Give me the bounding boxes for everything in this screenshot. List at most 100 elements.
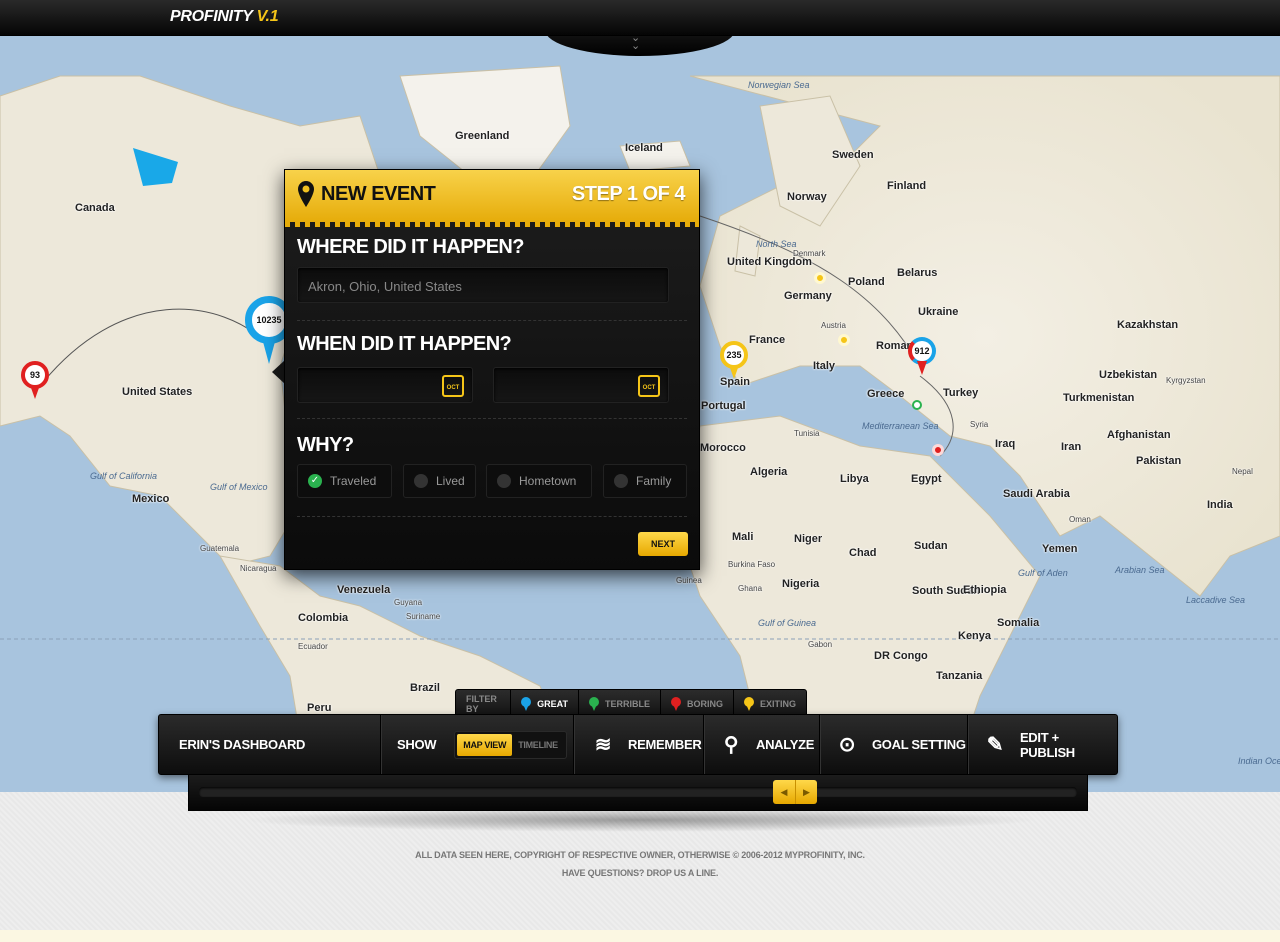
nav-label: REMEMBER [628,737,702,752]
calendar-icon[interactable]: OCT [638,375,660,397]
calendar-icon[interactable]: OCT [442,375,464,397]
map-label-country: Canada [75,202,115,214]
map-label-country: Finland [887,180,927,192]
map-pin-small[interactable] [838,334,850,350]
next-button[interactable]: NEXT [638,532,688,556]
app-name: PROFINITY [170,8,253,25]
why-option-family[interactable]: Family [603,464,687,498]
map-label-country: Iceland [625,142,663,154]
nav-goal-setting[interactable]: ⊙ GOAL SETTING [820,715,968,774]
nav-label: EDIT + PUBLISH [1019,729,1075,760]
map-label-country: Niger [794,533,823,545]
map-label-sea: Indian Ocean [1238,756,1280,766]
nav-analyze[interactable]: ⚲ ANALYZE [704,715,820,774]
dashboard-title-text: ERIN'S DASHBOARD [179,737,306,752]
chevron-down-icon: ⌄ ⌄ [631,32,641,52]
map-label-country: Saudi Arabia [1003,488,1070,500]
nav-label: ANALYZE [756,737,815,752]
map-label-country: Ecuador [298,642,328,651]
map-label-country: Ukraine [918,306,959,318]
map-label-country: Yemen [1042,543,1078,555]
map-label-country: Venezuela [337,584,391,596]
filter-item-label: EXITING [759,699,796,709]
location-input[interactable]: Akron, Ohio, United States [297,267,669,303]
map-label-sea: Norwegian Sea [748,80,810,90]
map-pin-small[interactable] [932,444,944,456]
timeline-track[interactable] [199,787,1077,797]
arrow-left-icon[interactable]: ◀ [773,780,795,804]
start-date-input[interactable]: OCT [297,367,473,403]
map-pin-small[interactable] [912,400,922,410]
divider [297,320,687,321]
map-label-country: Poland [848,276,885,288]
step-indicator: STEP 1 OF 4 [571,183,686,205]
map-label-country: Morocco [700,442,746,454]
map-view-option[interactable]: MAP VIEW [457,733,513,756]
map-label-country: Pakistan [1136,455,1182,467]
map-label-sea: Laccadive Sea [1186,595,1246,605]
map-marker-icon: ⚲ [723,734,739,756]
view-toggle[interactable]: MAP VIEW TIMELINE [454,730,567,759]
map-label-country: Greenland [455,130,510,142]
map-label-country: Colombia [298,612,349,624]
checkmark-icon: ✓ [308,474,322,488]
map-label-country: Belarus [897,267,938,279]
divider [297,516,687,517]
pin-tip [729,365,739,379]
map-pin[interactable]: 235 [720,341,748,381]
map-label-country: Peru [307,702,332,714]
map-label-country: Syria [970,420,989,429]
map-label-country: Mali [732,531,754,543]
pencil-icon: ✎ [986,734,1004,756]
map-label-country: DR Congo [874,650,928,662]
nav-label: GOAL SETTING [872,737,966,752]
timeline-option[interactable]: TIMELINE [512,734,564,756]
arrow-right-icon[interactable]: ▶ [795,780,817,804]
map-label-country: Somalia [997,617,1040,629]
top-bar: PROFINITY V.1 [0,0,1280,36]
view-switcher: SHOW MAP VIEW TIMELINE [381,715,574,774]
dashboard-title: ERIN'S DASHBOARD [159,715,381,774]
map-label-country: Turkmenistan [1063,392,1135,404]
map-pin[interactable]: 912 [908,337,936,377]
map-label-country: Oman [1069,515,1091,524]
timeline-scrubber: ◀ ▶ [188,775,1088,811]
map-label-country: Kazakhstan [1117,319,1179,331]
why-option-traveled[interactable]: ✓ Traveled [297,464,392,498]
map-label-country: Germany [784,290,832,302]
map-pin-small[interactable] [814,272,826,288]
map-label-country: Mexico [132,493,170,505]
nav-remember[interactable]: ≋ REMEMBER [574,715,704,774]
footer: ALL DATA SEEN HERE, COPYRIGHT OF RESPECT… [0,792,1280,942]
filter-item-label: GREAT [537,699,568,709]
map-label-country: United States [122,386,193,398]
map-label-country: Tunisia [794,429,820,438]
layers-icon: ≋ [594,734,612,756]
pin-tip [917,361,927,375]
map-label-country: Kyrgyzstan [1166,376,1206,385]
pin-icon [521,697,532,711]
why-option-lived[interactable]: Lived [403,464,476,498]
nav-edit-publish[interactable]: ✎ EDIT + PUBLISH [968,715,1117,774]
map-label-country: Iraq [995,438,1016,450]
modal-title: NEW EVENT [321,183,436,205]
map-label-country: Suriname [406,612,441,621]
map-label-country: Kenya [958,630,992,642]
map-label-country: Ghana [738,584,763,593]
modal-header: NEW EVENT STEP 1 OF 4 [285,170,699,227]
map-label-country: Brazil [410,682,440,694]
map-label-country: Guyana [394,598,423,607]
pin-icon [588,697,599,711]
end-date-input[interactable]: OCT [493,367,669,403]
map-label-country: Nicaragua [240,564,277,573]
app-logo[interactable]: PROFINITY V.1 [170,8,279,26]
footer-shadow [240,808,1040,832]
map-label-sea: North Sea [756,239,797,249]
option-label: Traveled [330,474,377,488]
map-pin[interactable]: 93 [21,361,49,401]
map-label-country: Egypt [911,473,942,485]
map-label-country: Guinea [676,576,702,585]
contact-link[interactable]: HAVE QUESTIONS? DROP US A LINE. [0,868,1280,878]
why-option-hometown[interactable]: Hometown [486,464,592,498]
option-label: Hometown [519,474,577,488]
